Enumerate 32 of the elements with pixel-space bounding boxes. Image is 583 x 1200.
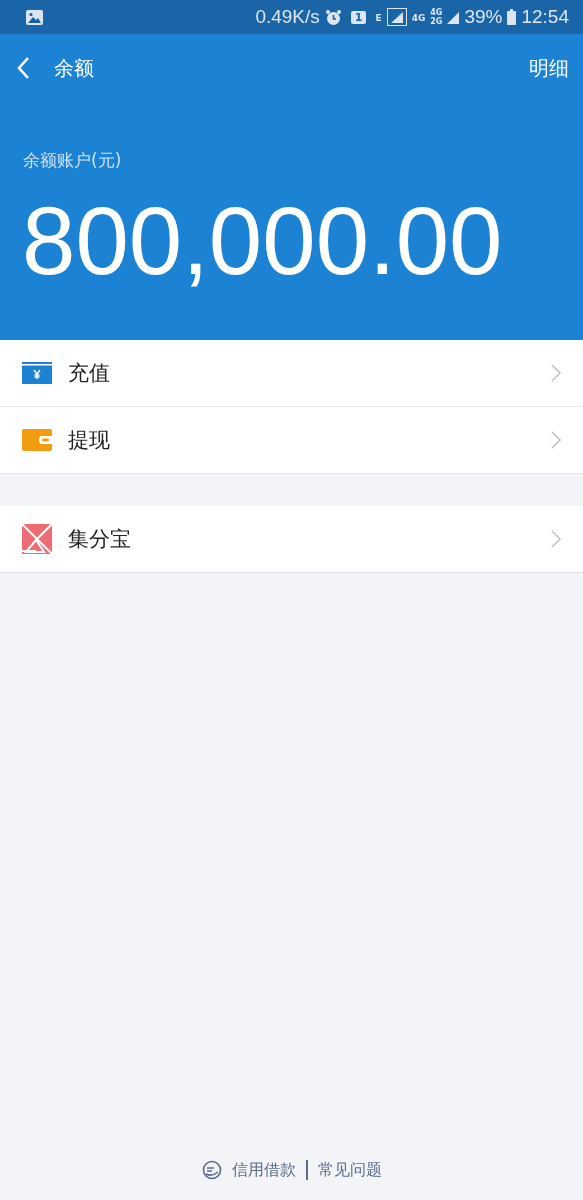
signal-icon bbox=[386, 8, 407, 26]
network-label: 4G bbox=[411, 13, 426, 23]
row-label: 提现 bbox=[68, 427, 111, 454]
alarm-icon bbox=[324, 8, 342, 26]
row-label: 充值 bbox=[68, 360, 111, 387]
points-icon bbox=[22, 524, 52, 554]
battery-icon bbox=[507, 9, 517, 25]
footer-link[interactable]: 常见问题 bbox=[317, 1159, 382, 1181]
balance-label: 余额账户(元) bbox=[23, 149, 123, 172]
battery-level: 39% bbox=[464, 6, 503, 28]
menu-row[interactable]: 提现 bbox=[0, 407, 583, 473]
row-label: 集分宝 bbox=[68, 526, 132, 553]
network-label: 4G bbox=[430, 8, 443, 17]
signal-icon bbox=[447, 10, 460, 24]
back-icon[interactable] bbox=[16, 56, 30, 80]
menu-row[interactable]: 充值 bbox=[0, 340, 583, 407]
network-speed: 0.49K/s bbox=[255, 6, 320, 28]
footer-link[interactable]: 信用借款 bbox=[231, 1159, 296, 1181]
menu-row[interactable]: 集分宝 bbox=[0, 506, 583, 572]
sim-badge: 1 bbox=[350, 10, 367, 24]
balance-amount: 800,000.00 bbox=[22, 186, 504, 296]
card-icon bbox=[22, 362, 52, 384]
network-type: E bbox=[375, 13, 382, 23]
chevron-icon bbox=[551, 530, 561, 548]
image-icon bbox=[26, 9, 43, 25]
chevron-icon bbox=[551, 364, 561, 382]
wallet-icon bbox=[22, 429, 52, 451]
page-title: 余额 bbox=[54, 54, 94, 82]
clock: 12:54 bbox=[521, 6, 569, 28]
network-label: 2G bbox=[430, 17, 443, 26]
chevron-icon bbox=[551, 431, 561, 449]
detail-link[interactable]: 明细 bbox=[529, 54, 569, 82]
